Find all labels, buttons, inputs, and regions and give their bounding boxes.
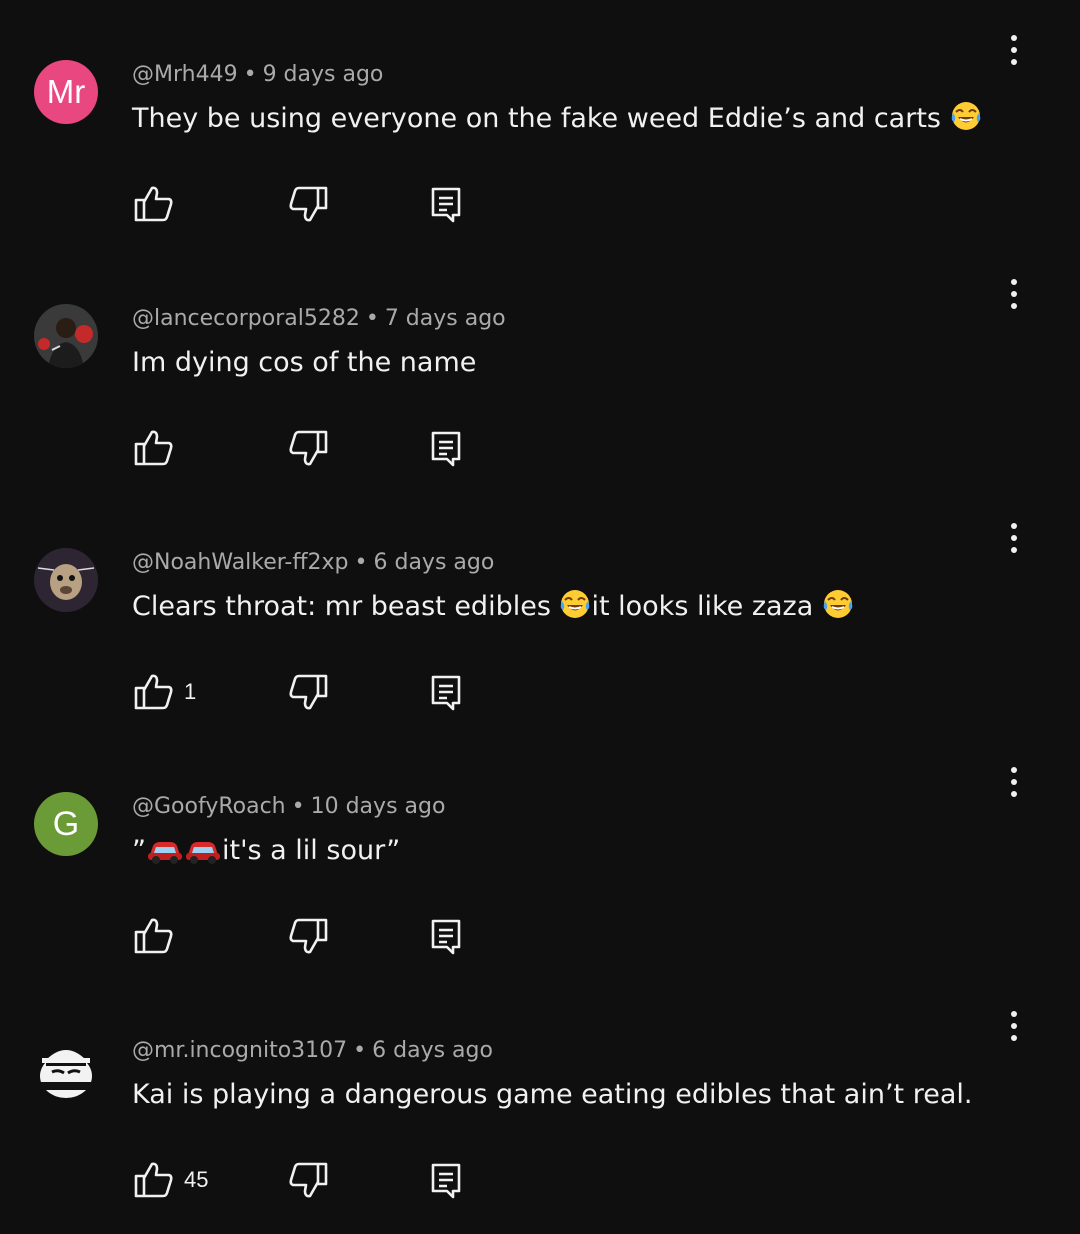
dislike-button[interactable] (286, 182, 330, 226)
comment-author[interactable]: @Mrh449 (132, 62, 238, 87)
more-vert-icon[interactable] (998, 1004, 1030, 1048)
comment-time[interactable]: 6 days ago (373, 550, 494, 575)
comment-text: ” it's a lil sour” (132, 832, 400, 870)
comment-meta: @GoofyRoach • 10 days ago (132, 792, 445, 822)
avatar-initials: G (52, 804, 80, 843)
thumbs-up-icon (134, 918, 173, 954)
like-button[interactable] (132, 914, 184, 958)
comment-author[interactable]: @mr.incognito3107 (132, 1038, 347, 1063)
like-button[interactable] (132, 182, 184, 226)
thumbs-down-icon (289, 430, 328, 466)
face-with-tears-of-joy-icon (559, 588, 591, 620)
comment-text-body: They be using everyone on the fake weed … (132, 103, 941, 134)
reply-icon (431, 919, 461, 955)
reply-icon (431, 187, 461, 223)
more-vert-icon[interactable] (998, 760, 1030, 804)
meta-separator: • (365, 306, 379, 331)
comment-text: Kai is playing a dangerous game eating e… (132, 1076, 972, 1114)
comment-author[interactable]: @GoofyRoach (132, 794, 286, 819)
like-button[interactable]: 1 (132, 670, 196, 714)
avatar[interactable] (34, 1036, 98, 1100)
face-with-tears-of-joy-icon (822, 588, 854, 620)
dislike-button[interactable] (286, 1158, 330, 1202)
like-count: 45 (184, 1167, 209, 1192)
comment-actions (132, 426, 732, 470)
dislike-button[interactable] (286, 426, 330, 470)
comment: @mr.incognito3107 • 6 days ago Kai is play… (0, 990, 1080, 1234)
reply-icon (431, 675, 461, 711)
more-vert-icon[interactable] (998, 272, 1030, 316)
comment-text: Im dying cos of the name (132, 344, 476, 382)
reply-icon (431, 431, 461, 467)
comment-text-body: it's a lil sour” (222, 835, 401, 866)
reply-button[interactable] (424, 670, 468, 714)
comment: @NoahWalker-ff2xp • 6 days ago Clears thro… (0, 502, 1080, 746)
comment-meta: @NoahWalker-ff2xp • 6 days ago (132, 548, 494, 578)
reply-button[interactable] (424, 426, 468, 470)
comment-text-open-quote: ” (132, 835, 146, 866)
thumbs-down-icon (289, 186, 328, 222)
comment-meta: @lancecorporal5282 • 7 days ago (132, 304, 506, 334)
reply-button[interactable] (424, 914, 468, 958)
comment-text-body: Kai is playing a dangerous game eating e… (132, 1079, 973, 1110)
face-with-tears-of-joy-icon (950, 100, 982, 132)
red-car-icon (184, 835, 222, 865)
comment-text: They be using everyone on the fake weed … (132, 100, 982, 138)
like-button[interactable]: 45 (132, 1158, 208, 1202)
thumbs-up-icon (134, 1162, 173, 1198)
thumbs-up-icon (134, 186, 173, 222)
avatar[interactable] (34, 304, 98, 368)
meta-separator: • (353, 1038, 367, 1063)
comment-actions: 1 (132, 670, 732, 714)
comment: Mr @Mrh449 • 9 days ago They be using ever… (0, 14, 1080, 258)
avatar-initials: Mr (46, 73, 86, 110)
comment-time[interactable]: 10 days ago (311, 794, 446, 819)
comment-meta: @Mrh449 • 9 days ago (132, 60, 383, 90)
comment: @lancecorporal5282 • 7 days ago Im dying c… (0, 258, 1080, 502)
thumbs-down-icon (289, 918, 328, 954)
comment-text: Clears throat: mr beast edibles it looks… (132, 588, 854, 626)
thumbs-down-icon (289, 674, 328, 710)
comment-actions (132, 914, 732, 958)
comment-meta: @mr.incognito3107 • 6 days ago (132, 1036, 493, 1066)
comment-actions: 45 (132, 1158, 732, 1202)
comment-text-part2: it looks like zaza (591, 591, 822, 622)
like-button[interactable] (132, 426, 184, 470)
red-car-icon (146, 835, 184, 865)
comment-text-body: Im dying cos of the name (132, 347, 477, 378)
avatar-photo-icon (34, 548, 98, 612)
thumbs-up-icon (134, 430, 173, 466)
comment-text-part1: Clears throat: mr beast edibles (132, 591, 560, 622)
avatar[interactable]: Mr (34, 60, 98, 124)
dislike-button[interactable] (286, 670, 330, 714)
comment-time[interactable]: 7 days ago (385, 306, 506, 331)
avatar[interactable]: G (34, 792, 98, 856)
reply-button[interactable] (424, 1158, 468, 1202)
avatar[interactable] (34, 548, 98, 612)
reply-button[interactable] (424, 182, 468, 226)
thumbs-up-icon (134, 674, 173, 710)
more-vert-icon[interactable] (998, 516, 1030, 560)
comment: G @GoofyRoach • 10 days ago ” it's a lil s… (0, 746, 1080, 990)
comment-author[interactable]: @NoahWalker-ff2xp (132, 550, 349, 575)
reply-icon (431, 1163, 461, 1199)
meta-separator: • (354, 550, 368, 575)
avatar-photo-icon (34, 304, 98, 368)
comment-time[interactable]: 9 days ago (263, 62, 384, 87)
like-count: 1 (184, 679, 197, 704)
comment-actions (132, 182, 732, 226)
meta-separator: • (243, 62, 257, 87)
comment-author[interactable]: @lancecorporal5282 (132, 306, 360, 331)
more-vert-icon[interactable] (998, 28, 1030, 72)
dislike-button[interactable] (286, 914, 330, 958)
thumbs-down-icon (289, 1162, 328, 1198)
meta-separator: • (291, 794, 305, 819)
avatar-incognito-icon (34, 1036, 98, 1100)
comment-time[interactable]: 6 days ago (372, 1038, 493, 1063)
